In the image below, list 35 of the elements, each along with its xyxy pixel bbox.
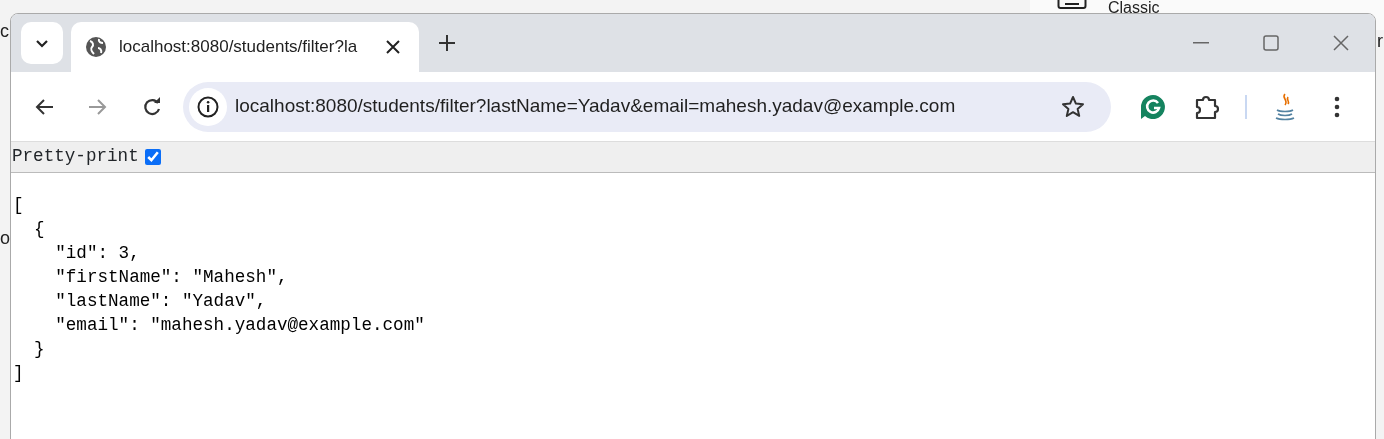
json-line: { [33,218,45,241]
json-line: ] [13,362,24,385]
puzzle-piece-icon [1194,93,1220,120]
more-dots-icon [1334,95,1340,118]
desktop-text: o [0,229,10,247]
letter-g-logo-icon [1140,93,1166,120]
info-icon [197,95,219,118]
browser-tab[interactable]: localhost:8080/students/filter?la [71,22,419,72]
close-icon [386,40,400,54]
json-line: "id": 3, [54,242,140,265]
star-icon [1061,94,1085,119]
json-line: "firstName": "Mahesh", [54,266,288,289]
desktop-label: Classic [1108,0,1160,16]
close-icon [1333,35,1349,51]
desktop-text: r [1377,32,1383,50]
tab-title: localhost:8080/students/filter?la [119,36,359,59]
minimize-icon [1193,42,1209,44]
pretty-print-checkbox[interactable] [144,149,161,165]
json-line: "lastName": "Yadav", [54,290,267,313]
coffee-cup-icon [1273,92,1297,121]
forward-arrow-icon [88,97,108,116]
maximize-icon [1263,35,1279,51]
plus-icon [438,34,456,52]
url-text: localhost:8080/students/filter?lastName=Yadav&email=mahesh.yadav@example.com [235,94,957,119]
reload-icon [142,96,162,117]
back-arrow-icon [34,97,54,116]
chevron-down-icon [35,38,49,48]
json-line: "email": "mahesh.yadav@example.com" [54,314,425,337]
pretty-print-label: Pretty-print [12,148,139,166]
address-bar[interactable]: localhost:8080/students/filter?lastName=Yadav&email=mahesh.yadav@example.com [183,81,1111,132]
globe-icon [85,36,107,58]
json-line: [ [13,194,24,217]
json-line: } [33,338,45,361]
keyboard-icon [1057,0,1087,10]
desktop-text: c [0,22,9,40]
